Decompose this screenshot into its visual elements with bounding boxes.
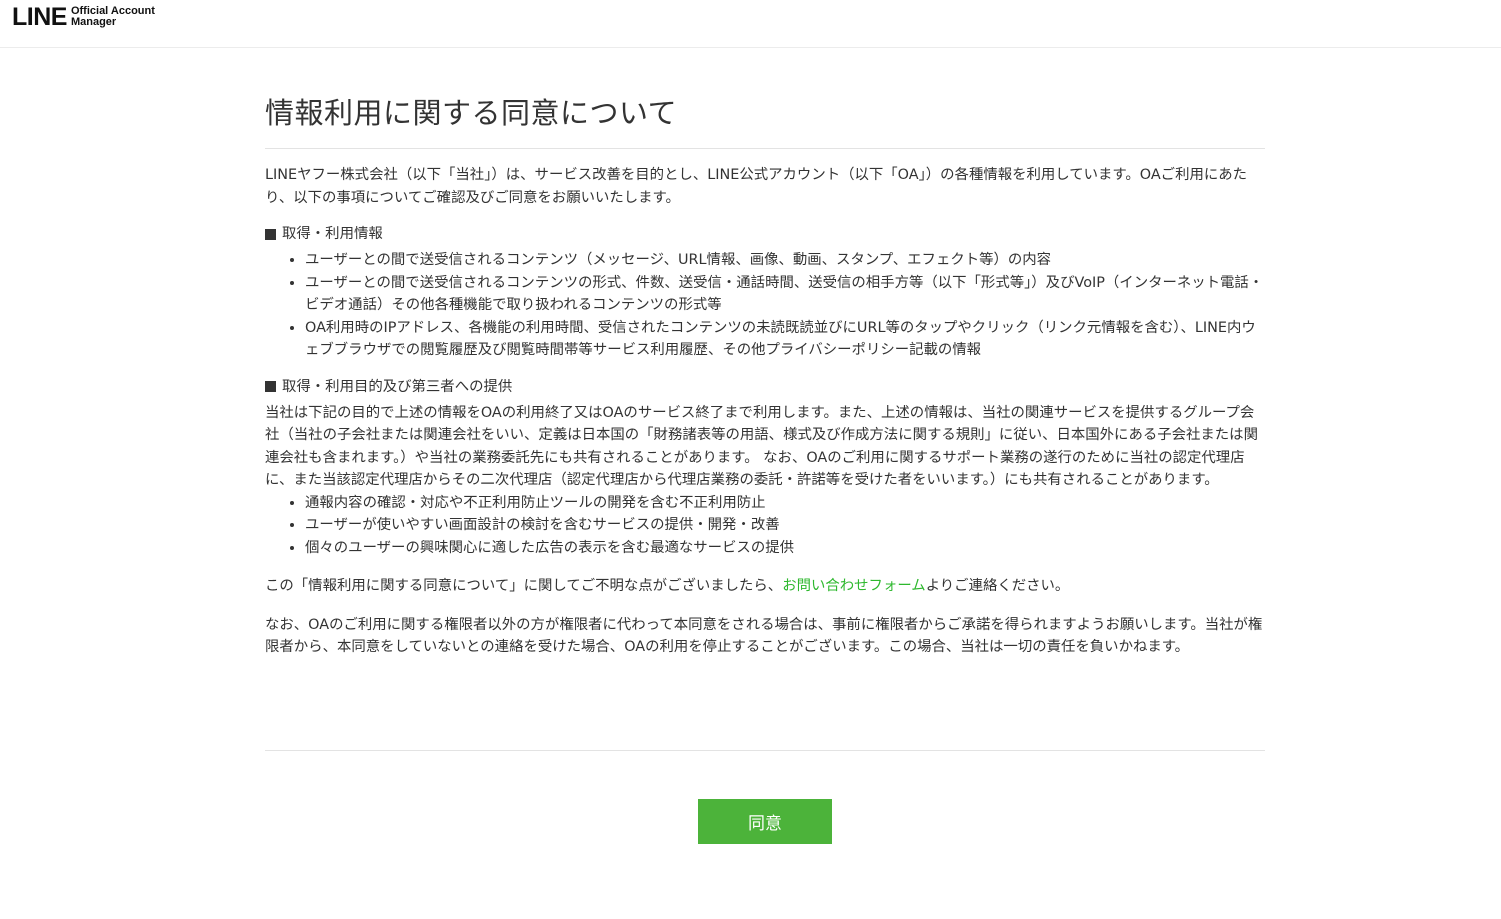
black-square-icon [265, 228, 276, 240]
bottom-divider [265, 750, 1265, 751]
line-oam-logo[interactable]: LINE Official Account Manager [12, 4, 155, 30]
section-heading-info-text: 取得・利用情報 [282, 226, 383, 242]
intro-paragraph: LINEヤフー株式会社（以下「当社」）は、サービス改善を目的とし、LINE公式ア… [265, 167, 1248, 206]
logo-subtitle: Official Account Manager [71, 6, 155, 28]
contact-paragraph: この「情報利用に関する同意について」に関してご不明な点がございましたら、お問い合… [265, 575, 1265, 598]
top-header: LINE Official Account Manager [0, 0, 1501, 48]
purpose-list: 通報内容の確認・対応や不正利用防止ツールの開発を含む不正利用防止 ユーザーが使い… [265, 492, 1265, 560]
list-item: ユーザーとの間で送受信されるコンテンツ（メッセージ、URL情報、画像、動画、スタ… [305, 249, 1265, 272]
agree-button[interactable]: 同意 [698, 799, 832, 844]
logo-subtitle-line2: Manager [70, 16, 117, 28]
black-square-icon [265, 381, 276, 392]
contact-text-after: よりご連絡ください。 [925, 578, 1070, 594]
consent-content: 情報利用に関する同意について LINEヤフー株式会社（以下「当社」）は、サービス… [265, 88, 1265, 659]
list-item: 通報内容の確認・対応や不正利用防止ツールの開発を含む不正利用防止 [305, 492, 1265, 515]
purpose-paragraph: 当社は下記の目的で上述の情報をOAの利用終了又はOAのサービス終了まで利用します… [265, 404, 1258, 489]
list-item: ユーザーとの間で送受信されるコンテンツの形式、件数、送受信・通話時間、送受信の相… [305, 272, 1265, 317]
contact-form-link[interactable]: お問い合わせフォーム [782, 578, 925, 594]
list-item: ユーザーが使いやすい画面設計の検討を含むサービスの提供・開発・改善 [305, 514, 1265, 537]
page-title: 情報利用に関する同意について [265, 88, 1265, 149]
section-heading-info: 取得・利用情報 [265, 223, 1265, 245]
logo-line-wordmark: LINE [12, 3, 67, 31]
note-paragraph: なお、OAのご利用に関する権限者以外の方が権限者に代わって本同意をされる場合は、… [265, 616, 1263, 656]
list-item: 個々のユーザーの興味関心に適した広告の表示を含む最適なサービスの提供 [305, 537, 1265, 560]
list-item: OA利用時のIPアドレス、各機能の利用時間、受信されたコンテンツの未読既読並びに… [305, 317, 1265, 362]
contact-text-before: この「情報利用に関する同意について」に関してご不明な点がございましたら、 [265, 578, 783, 594]
section-heading-purpose-text: 取得・利用目的及び第三者への提供 [282, 378, 513, 395]
section-heading-purpose: 取得・利用目的及び第三者への提供 [265, 376, 1265, 398]
info-list: ユーザーとの間で送受信されるコンテンツ（メッセージ、URL情報、画像、動画、スタ… [265, 249, 1265, 362]
consent-body: LINEヤフー株式会社（以下「当社」）は、サービス改善を目的とし、LINE公式ア… [265, 164, 1265, 659]
